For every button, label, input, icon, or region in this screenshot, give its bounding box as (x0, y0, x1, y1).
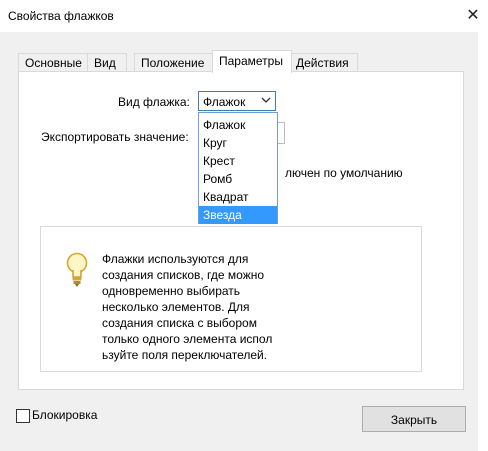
info-text: Флажки используются для создания списков… (102, 251, 302, 363)
tab-position[interactable]: Положение (134, 53, 216, 72)
info-line: Флажки используются для (102, 252, 249, 266)
lightbulb-icon (64, 250, 90, 290)
info-line: только одного элемента испол (102, 332, 273, 346)
style-select[interactable]: Флажок (198, 91, 276, 111)
export-value-field[interactable] (278, 122, 285, 144)
info-line: создания списков, где можно (102, 268, 265, 282)
info-line: одновременно выбирать (102, 284, 241, 298)
option-diamond[interactable]: Ромб (199, 170, 277, 188)
window-edge (478, 32, 488, 451)
info-line: ьзуйте поля переключателей. (102, 348, 268, 362)
tab-options[interactable]: Параметры (212, 50, 292, 73)
chevron-down-icon (260, 93, 272, 110)
option-checkbox[interactable]: Флажок (199, 116, 277, 134)
info-line: создания списка с выбором (102, 316, 257, 330)
option-square[interactable]: Квадрат (199, 188, 277, 206)
tab-appearance[interactable]: Вид (87, 53, 127, 72)
default-checked-label: лючен по умолчанию (285, 166, 403, 180)
style-label: Вид флажка: (118, 95, 190, 109)
close-icon[interactable]: ✕ (458, 0, 488, 32)
export-label: Экспортировать значение: (41, 130, 189, 144)
tab-basic[interactable]: Основные (18, 53, 89, 72)
style-dropdown-list: Флажок Круг Крест Ромб Квадрат Звезда (198, 112, 278, 224)
option-circle[interactable]: Круг (199, 134, 277, 152)
lock-label: Блокировка (32, 408, 98, 422)
lock-checkbox[interactable] (16, 409, 30, 423)
close-button[interactable]: Закрыть (362, 406, 466, 432)
dialog-window: Свойства флажков ✕ Основные Вид Положени… (0, 0, 488, 451)
option-cross[interactable]: Крест (199, 152, 277, 170)
title-bar: Свойства флажков ✕ (0, 0, 488, 32)
window-title: Свойства флажков (8, 9, 114, 23)
tab-actions[interactable]: Действия (289, 53, 358, 72)
style-select-value: Флажок (203, 95, 246, 109)
option-star[interactable]: Звезда (199, 206, 277, 224)
info-line: несколько элементов. Для (102, 300, 250, 314)
